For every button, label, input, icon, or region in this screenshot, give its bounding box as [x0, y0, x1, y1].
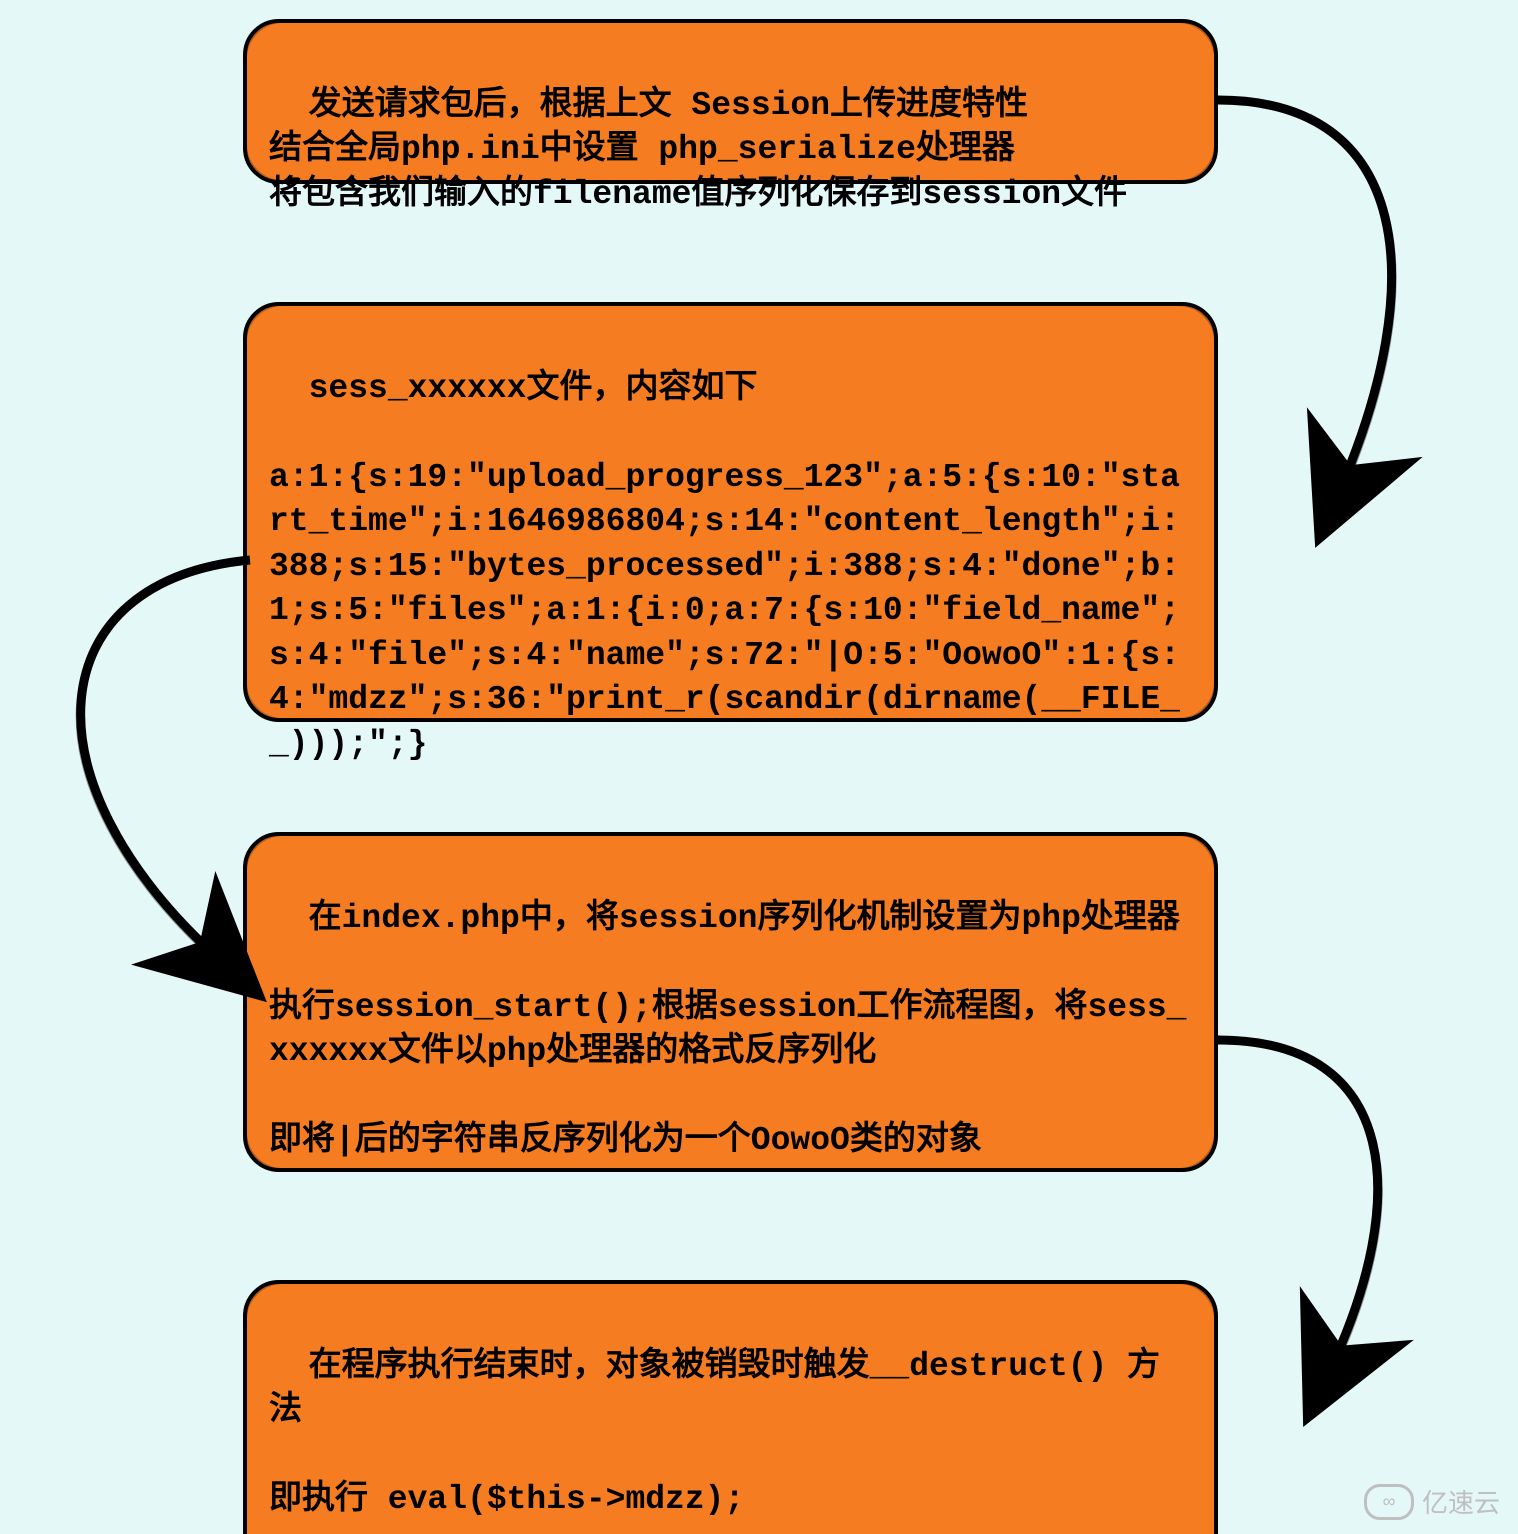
- arrow-3: [1200, 1000, 1518, 1420]
- flow-step-4-text: 在程序执行结束时，对象被销毁时触发__destruct() 方法 即执行 eva…: [269, 1348, 1187, 1534]
- arrow-1: [1200, 60, 1518, 540]
- flow-step-3: 在index.php中，将session序列化机制设置为php处理器 执行ses…: [243, 832, 1218, 1172]
- flow-step-1: 发送请求包后，根据上文 Session上传进度特性 结合全局php.ini中设置…: [243, 19, 1218, 184]
- arrow-2: [0, 520, 260, 1000]
- watermark: ∞ 亿速云: [1364, 1483, 1500, 1520]
- flow-step-2-text: sess_xxxxxx文件，内容如下 a:1:{s:19:"upload_pro…: [269, 370, 1180, 763]
- flow-step-2: sess_xxxxxx文件，内容如下 a:1:{s:19:"upload_pro…: [243, 302, 1218, 722]
- flow-step-4: 在程序执行结束时，对象被销毁时触发__destruct() 方法 即执行 eva…: [243, 1280, 1218, 1534]
- flow-step-1-text: 发送请求包后，根据上文 Session上传进度特性 结合全局php.ini中设置…: [269, 87, 1127, 213]
- watermark-text: 亿速云: [1422, 1483, 1500, 1520]
- flow-step-3-text: 在index.php中，将session序列化机制设置为php处理器 执行ses…: [269, 900, 1187, 1160]
- cloud-icon: ∞: [1364, 1484, 1414, 1520]
